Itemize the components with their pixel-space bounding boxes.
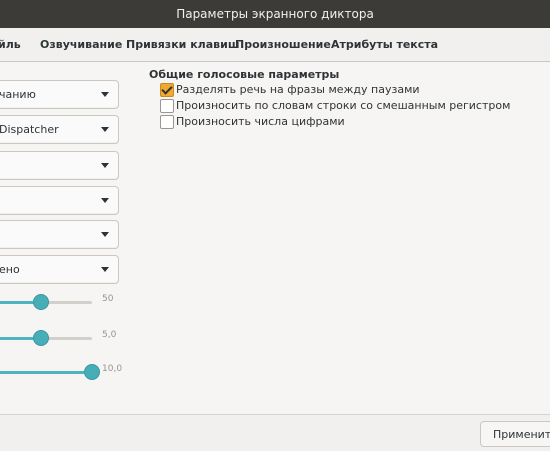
slider-knob[interactable]: [84, 364, 100, 380]
checkbox-label[interactable]: Разделять речь на фразы между паузами: [176, 82, 420, 97]
slider-value: 10,0: [102, 364, 123, 374]
slider-value: 50: [102, 294, 114, 304]
slider-rate[interactable]: 50: [0, 292, 130, 312]
dropdown-arrow-icon: [101, 267, 109, 272]
apply-button[interactable]: Применить: [480, 421, 550, 447]
slider-fill: [0, 371, 92, 374]
combo-voice[interactable]: [0, 186, 119, 215]
slider-knob[interactable]: [33, 294, 49, 310]
dialog-button-bar: Применить: [0, 414, 550, 451]
window-title: Параметры экранного диктора: [176, 7, 374, 21]
combo-value: чанию: [0, 88, 36, 101]
checkbox[interactable]: [160, 115, 174, 129]
slider-pitch[interactable]: 5,0: [0, 328, 130, 348]
combo-value: ено: [0, 263, 20, 276]
tab-text-attributes[interactable]: Атрибуты текста: [331, 28, 438, 61]
dropdown-arrow-icon: [101, 232, 109, 237]
combo-speech-system[interactable]: Dispatcher: [0, 115, 119, 144]
slider-knob[interactable]: [33, 330, 49, 346]
slider-volume[interactable]: 10,0: [0, 362, 130, 382]
dropdown-arrow-icon: [101, 127, 109, 132]
checkbox-label[interactable]: Произносить по словам строки со смешанны…: [176, 98, 510, 113]
dropdown-arrow-icon: [101, 198, 109, 203]
combo-value: Dispatcher: [0, 123, 59, 136]
section-title-general-voice: Общие голосовые параметры: [149, 68, 340, 81]
checkbox[interactable]: [160, 83, 174, 97]
slider-value: 5,0: [102, 330, 117, 340]
checkbox[interactable]: [160, 99, 174, 113]
tab-bar: йль Озвучивание Привязки клавиш Произнош…: [0, 28, 550, 62]
window-titlebar: Параметры экранного диктора: [0, 0, 550, 28]
checkbox-label[interactable]: Произносить числа цифрами: [176, 114, 345, 129]
voice-options-pane: чанию Dispatcher ено 50 5,0 10,0: [0, 62, 135, 414]
combo-language[interactable]: [0, 220, 119, 249]
tab-pronunciation[interactable]: Произношение: [235, 28, 331, 61]
combo-speech-synthesizer[interactable]: [0, 151, 119, 180]
dropdown-arrow-icon: [101, 163, 109, 168]
combo-voice-type[interactable]: чанию: [0, 80, 119, 109]
dropdown-arrow-icon: [101, 92, 109, 97]
tab-style[interactable]: йль: [0, 28, 21, 61]
tab-key-bindings[interactable]: Привязки клавиш: [126, 28, 240, 61]
checkmark-icon: [161, 83, 173, 95]
tab-voice[interactable]: Озвучивание: [40, 28, 122, 61]
combo-punctuation[interactable]: ено: [0, 255, 119, 284]
